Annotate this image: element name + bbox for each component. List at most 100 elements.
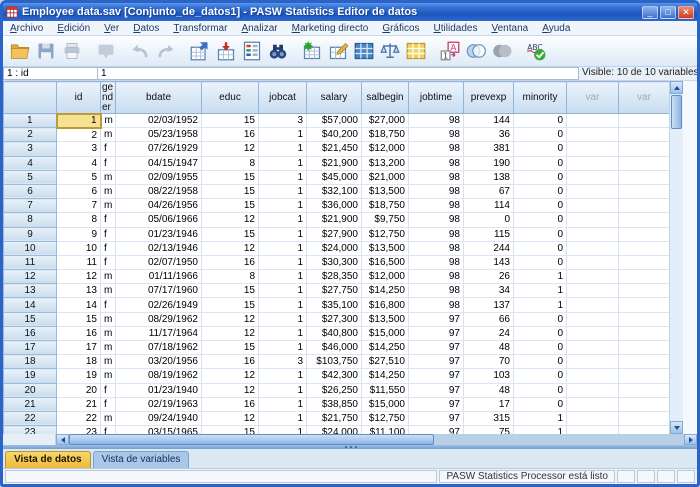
column-header-minority[interactable]: minority	[514, 82, 567, 114]
data-cell[interactable]: 7	[57, 199, 101, 213]
data-cell[interactable]: m	[101, 284, 116, 298]
empty-var-cell[interactable]	[619, 142, 670, 156]
dialog-recall-button[interactable]	[93, 38, 119, 64]
data-cell[interactable]: $24,000	[307, 426, 362, 434]
data-cell[interactable]: 97	[409, 383, 464, 397]
data-cell[interactable]: 12	[202, 326, 259, 340]
column-header-var-1[interactable]: var	[567, 82, 619, 114]
data-cell[interactable]: f	[101, 241, 116, 255]
data-cell[interactable]: 02/03/1952	[116, 114, 202, 128]
data-cell[interactable]: 0	[514, 184, 567, 198]
data-cell[interactable]: 0	[514, 156, 567, 170]
data-cell[interactable]: 1	[259, 128, 307, 142]
data-cell[interactable]: 16	[202, 255, 259, 269]
data-cell[interactable]: 09/24/1940	[116, 411, 202, 425]
data-cell[interactable]: $40,800	[307, 326, 362, 340]
data-cell[interactable]: 02/26/1949	[116, 298, 202, 312]
data-cell[interactable]: $42,300	[307, 369, 362, 383]
data-cell[interactable]: 1	[259, 142, 307, 156]
data-cell[interactable]: 08/29/1962	[116, 312, 202, 326]
data-cell[interactable]: $21,450	[307, 142, 362, 156]
data-cell[interactable]: $45,000	[307, 170, 362, 184]
empty-var-cell[interactable]	[567, 270, 619, 284]
scroll-down-arrow[interactable]	[670, 421, 683, 434]
column-header-bdate[interactable]: bdate	[116, 82, 202, 114]
column-header-id[interactable]: id	[57, 82, 101, 114]
weight-cases-button[interactable]	[377, 38, 403, 64]
data-cell[interactable]: f	[101, 213, 116, 227]
data-cell[interactable]: $13,500	[362, 184, 409, 198]
data-cell[interactable]: 1	[259, 397, 307, 411]
data-cell[interactable]: 15	[202, 298, 259, 312]
data-cell[interactable]: $15,000	[362, 397, 409, 411]
empty-var-cell[interactable]	[619, 397, 670, 411]
data-cell[interactable]: $38,850	[307, 397, 362, 411]
empty-var-cell[interactable]	[567, 170, 619, 184]
empty-var-cell[interactable]	[567, 184, 619, 198]
data-cell[interactable]: 20	[57, 383, 101, 397]
empty-var-cell[interactable]	[619, 170, 670, 184]
vertical-scrollbar[interactable]	[669, 81, 683, 434]
data-cell[interactable]: 137	[464, 298, 514, 312]
active-cell-reference[interactable]: 1 : id	[3, 67, 98, 80]
empty-var-cell[interactable]	[619, 241, 670, 255]
data-cell[interactable]: 70	[464, 355, 514, 369]
data-cell[interactable]: 0	[514, 199, 567, 213]
data-cell[interactable]: f	[101, 142, 116, 156]
data-cell[interactable]: 98	[409, 199, 464, 213]
data-cell[interactable]: 15	[202, 426, 259, 434]
data-cell[interactable]: m	[101, 199, 116, 213]
menu-ver[interactable]: Ver	[97, 23, 126, 34]
data-cell[interactable]: f	[101, 255, 116, 269]
data-cell[interactable]: 75	[464, 426, 514, 434]
data-cell[interactable]: 22	[57, 411, 101, 425]
data-cell[interactable]: $27,300	[307, 312, 362, 326]
data-cell[interactable]: 0	[514, 255, 567, 269]
data-cell[interactable]: $30,300	[307, 255, 362, 269]
data-cell[interactable]: 97	[409, 341, 464, 355]
empty-var-cell[interactable]	[567, 213, 619, 227]
data-cell[interactable]: m	[101, 170, 116, 184]
empty-var-cell[interactable]	[619, 184, 670, 198]
row-header[interactable]: 19	[4, 369, 57, 383]
data-cell[interactable]: 48	[464, 341, 514, 355]
scroll-right-arrow[interactable]	[684, 434, 697, 445]
close-button[interactable]: ✕	[678, 6, 694, 19]
variables-button[interactable]	[239, 38, 265, 64]
data-cell[interactable]: 12	[202, 241, 259, 255]
data-cell[interactable]: $21,900	[307, 156, 362, 170]
data-cell[interactable]: 8	[57, 213, 101, 227]
insert-variable-button[interactable]	[325, 38, 351, 64]
data-cell[interactable]: $27,510	[362, 355, 409, 369]
data-cell[interactable]: 01/11/1966	[116, 270, 202, 284]
column-header-gender[interactable]: gender	[101, 82, 116, 114]
data-cell[interactable]: $103,750	[307, 355, 362, 369]
data-cell[interactable]: 07/26/1929	[116, 142, 202, 156]
data-cell[interactable]: $11,100	[362, 426, 409, 434]
data-cell[interactable]: $14,250	[362, 284, 409, 298]
data-cell[interactable]: 3	[57, 142, 101, 156]
data-cell[interactable]: $14,250	[362, 369, 409, 383]
data-cell[interactable]: $26,250	[307, 383, 362, 397]
data-cell[interactable]: 98	[409, 114, 464, 128]
data-cell[interactable]: $21,750	[307, 411, 362, 425]
data-cell[interactable]: f	[101, 383, 116, 397]
data-cell[interactable]: m	[101, 341, 116, 355]
menu-ayuda[interactable]: Ayuda	[535, 23, 577, 34]
data-cell[interactable]: 98	[409, 128, 464, 142]
menu-ventana[interactable]: Ventana	[484, 23, 535, 34]
data-cell[interactable]: $12,000	[362, 142, 409, 156]
data-cell[interactable]: 97	[409, 411, 464, 425]
row-header[interactable]: 2	[4, 128, 57, 142]
data-cell[interactable]: $24,000	[307, 241, 362, 255]
data-cell[interactable]: 0	[514, 326, 567, 340]
data-cell[interactable]: m	[101, 128, 116, 142]
vertical-scroll-thumb[interactable]	[671, 95, 682, 129]
data-cell[interactable]: f	[101, 426, 116, 434]
data-cell[interactable]: 98	[409, 170, 464, 184]
column-header-salbegin[interactable]: salbegin	[362, 82, 409, 114]
data-cell[interactable]: 0	[514, 227, 567, 241]
split-file-button[interactable]	[351, 38, 377, 64]
empty-var-cell[interactable]	[619, 411, 670, 425]
data-cell[interactable]: 1	[514, 270, 567, 284]
